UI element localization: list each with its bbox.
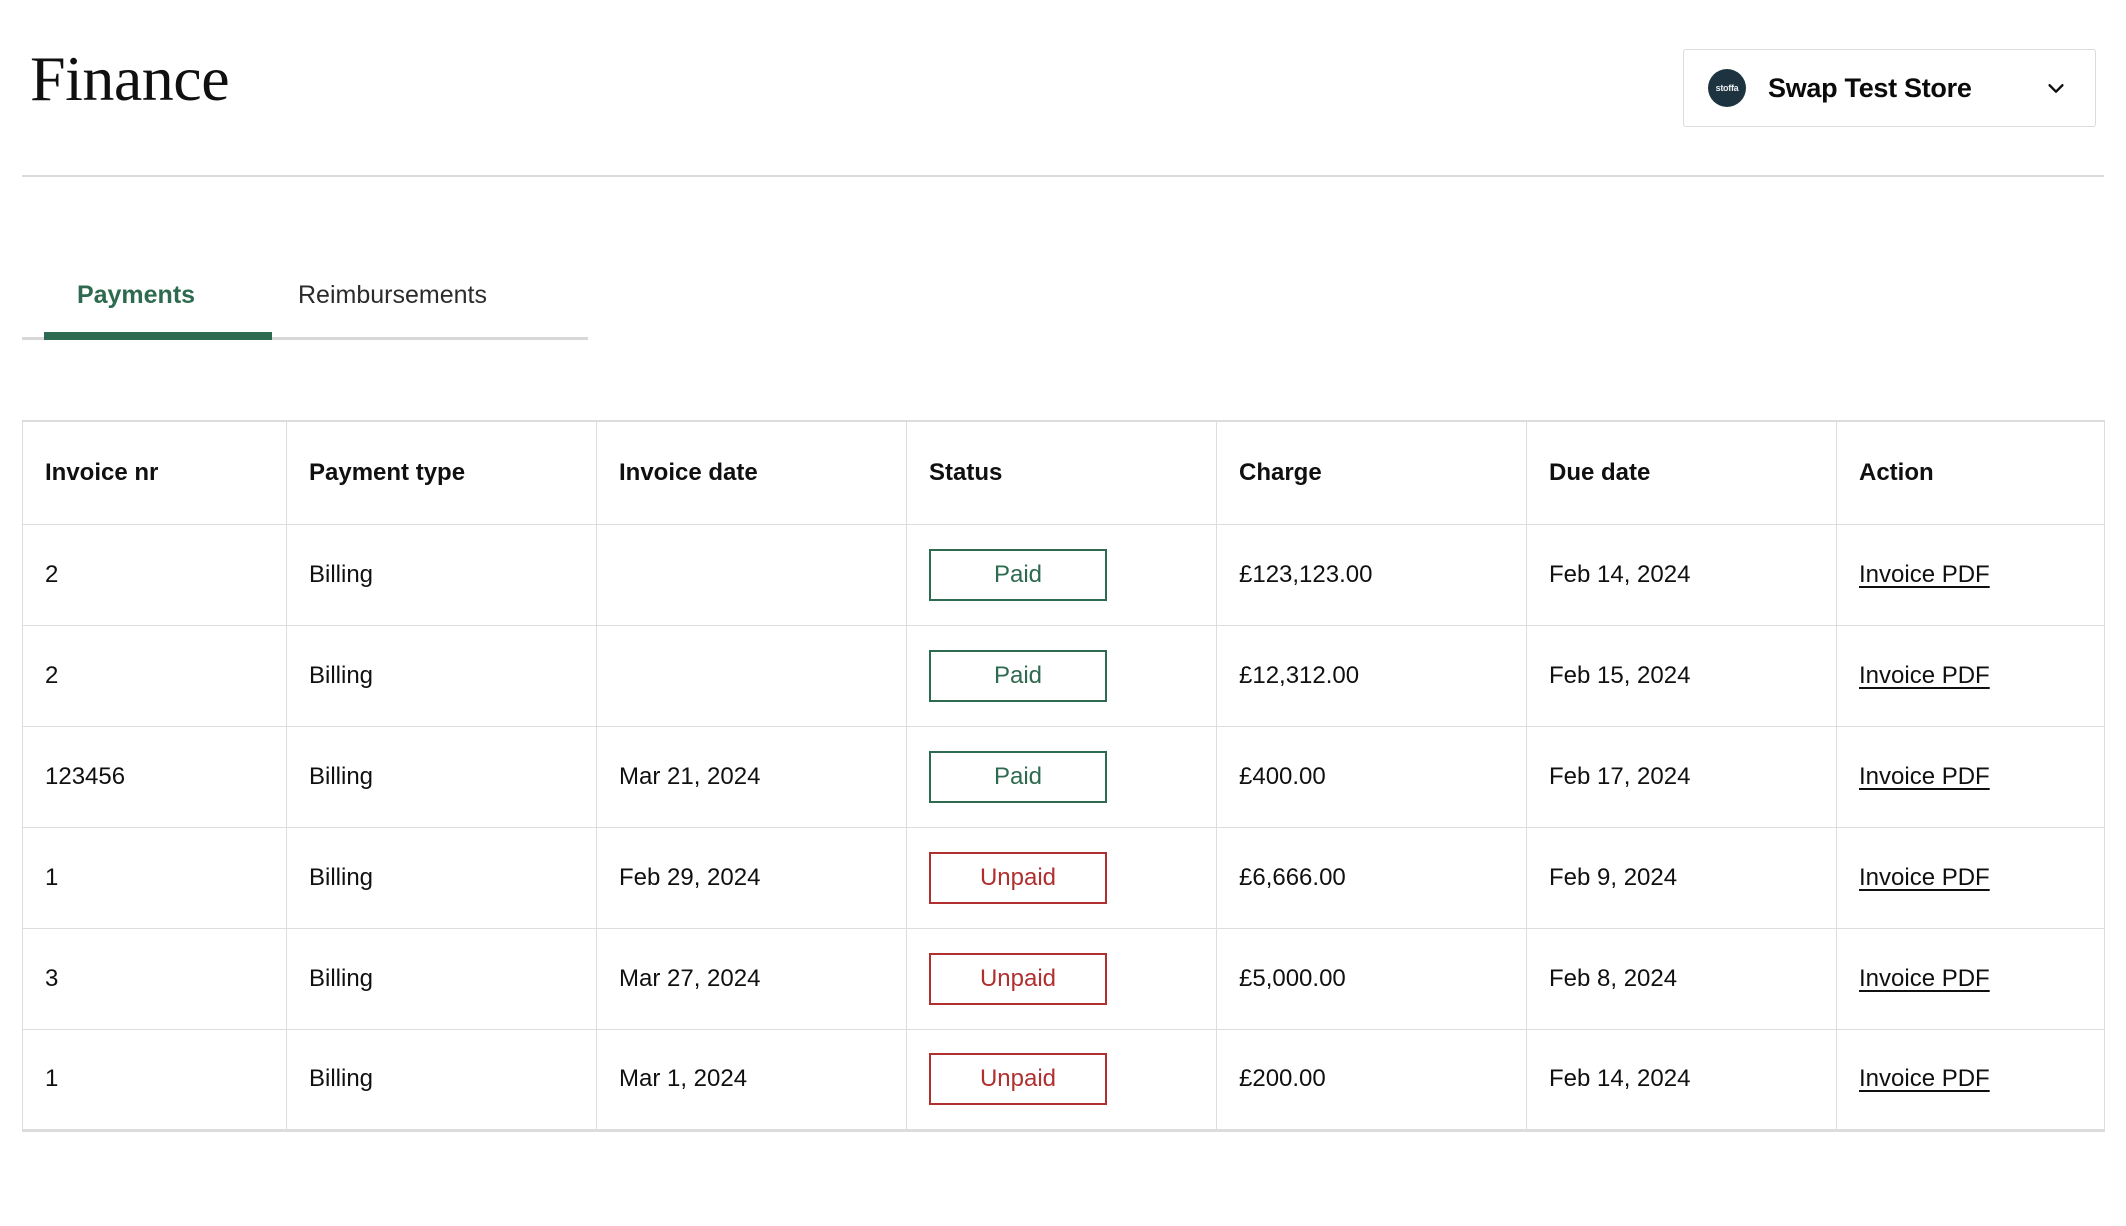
- column-header-payment-type: Payment type: [286, 420, 597, 525]
- payments-table: Invoice nr Payment type Invoice date Sta…: [22, 420, 2105, 1132]
- tabs-active-indicator: [44, 332, 272, 340]
- cell-action: Invoice PDF: [1836, 726, 2105, 828]
- payments-table-container: Invoice nr Payment type Invoice date Sta…: [22, 420, 2105, 1132]
- finance-page: Finance stoffa Swap Test Store Payments …: [0, 0, 2126, 1226]
- cell-charge: £200.00: [1216, 1029, 1527, 1132]
- cell-status: Paid: [906, 726, 1217, 828]
- page-header: Finance stoffa Swap Test Store: [0, 0, 2126, 176]
- column-header-action: Action: [1836, 420, 2105, 525]
- cell-payment-type: Billing: [286, 928, 597, 1030]
- status-badge: Unpaid: [929, 1053, 1107, 1105]
- status-badge: Paid: [929, 548, 1107, 601]
- cell-invoice-date: Feb 29, 2024: [596, 827, 907, 929]
- cell-invoice-nr: 1: [22, 1029, 287, 1132]
- cell-action: Invoice PDF: [1836, 1029, 2105, 1132]
- tabs-underline: [22, 332, 588, 341]
- cell-charge: £6,666.00: [1216, 827, 1527, 929]
- column-header-status: Status: [906, 420, 1217, 525]
- cell-action: Invoice PDF: [1836, 625, 2105, 727]
- column-header-due-date: Due date: [1526, 420, 1837, 525]
- cell-status: Unpaid: [906, 827, 1217, 929]
- cell-invoice-date: [596, 625, 907, 727]
- cell-payment-type: Billing: [286, 726, 597, 828]
- invoice-pdf-link[interactable]: Invoice PDF: [1859, 763, 1990, 790]
- invoice-pdf-link[interactable]: Invoice PDF: [1859, 662, 1990, 689]
- table-row: 123456 Billing Mar 21, 2024 Paid £400.00 Feb …: [22, 726, 2105, 828]
- cell-due-date: Feb 14, 2024: [1526, 524, 1837, 626]
- tabs-row: Payments Reimbursements: [22, 248, 588, 308]
- table-header-row: Invoice nr Payment type Invoice date Sta…: [22, 420, 2105, 525]
- invoice-pdf-link[interactable]: Invoice PDF: [1859, 561, 1990, 588]
- cell-payment-type: Billing: [286, 625, 597, 727]
- cell-invoice-nr: 3: [22, 928, 287, 1030]
- cell-invoice-date: Mar 1, 2024: [596, 1029, 907, 1132]
- chevron-down-icon: [2048, 84, 2064, 93]
- cell-action: Invoice PDF: [1836, 524, 2105, 626]
- invoice-pdf-link[interactable]: Invoice PDF: [1859, 965, 1990, 992]
- store-selector-dropdown[interactable]: stoffa Swap Test Store: [1683, 49, 2096, 127]
- cell-due-date: Feb 14, 2024: [1526, 1029, 1837, 1132]
- store-logo-text: stoffa: [1715, 82, 1739, 93]
- status-badge: Paid: [929, 649, 1107, 702]
- status-badge: Unpaid: [929, 952, 1107, 1005]
- tabs-bar: Payments Reimbursements: [22, 248, 588, 341]
- cell-due-date: Feb 17, 2024: [1526, 726, 1837, 828]
- cell-charge: £123,123.00: [1216, 524, 1527, 626]
- cell-status: Paid: [906, 625, 1217, 727]
- cell-invoice-date: [596, 524, 907, 626]
- store-name-label: Swap Test Store: [1768, 72, 1972, 103]
- table-row: 1 Billing Feb 29, 2024 Unpaid £6,666.00 Feb 9…: [22, 827, 2105, 929]
- table-body: 2 Billing Paid £123,123.00 Feb 14, 2024 Invoi…: [22, 524, 2105, 1132]
- status-badge: Paid: [929, 750, 1107, 803]
- cell-invoice-date: Mar 27, 2024: [596, 928, 907, 1030]
- cell-status: Paid: [906, 524, 1217, 626]
- table-row: 3 Billing Mar 27, 2024 Unpaid £5,000.00 Feb 8…: [22, 928, 2105, 1030]
- page-title: Finance: [30, 43, 230, 114]
- cell-invoice-nr: 1: [22, 827, 287, 929]
- invoice-pdf-link[interactable]: Invoice PDF: [1859, 1065, 1990, 1092]
- cell-due-date: Feb 8, 2024: [1526, 928, 1837, 1030]
- store-logo-icon: stoffa: [1708, 69, 1746, 107]
- column-header-charge: Charge: [1216, 420, 1527, 525]
- cell-charge: £400.00: [1216, 726, 1527, 828]
- cell-due-date: Feb 9, 2024: [1526, 827, 1837, 929]
- column-header-invoice-date: Invoice date: [596, 420, 907, 525]
- cell-charge: £12,312.00: [1216, 625, 1527, 727]
- tab-reimbursements[interactable]: Reimbursements: [298, 283, 487, 308]
- cell-payment-type: Billing: [286, 1029, 597, 1132]
- cell-action: Invoice PDF: [1836, 827, 2105, 929]
- cell-invoice-nr: 2: [22, 524, 287, 626]
- invoice-pdf-link[interactable]: Invoice PDF: [1859, 864, 1990, 891]
- tab-payments[interactable]: Payments: [22, 283, 250, 308]
- header-divider: [22, 175, 2104, 177]
- column-header-invoice-nr: Invoice nr: [22, 420, 287, 525]
- cell-invoice-date: Mar 21, 2024: [596, 726, 907, 828]
- table-row: 1 Billing Mar 1, 2024 Unpaid £200.00 Feb 14, …: [22, 1029, 2105, 1132]
- cell-status: Unpaid: [906, 1029, 1217, 1132]
- cell-payment-type: Billing: [286, 524, 597, 626]
- table-header: Invoice nr Payment type Invoice date Sta…: [22, 420, 2105, 525]
- cell-action: Invoice PDF: [1836, 928, 2105, 1030]
- cell-status: Unpaid: [906, 928, 1217, 1030]
- cell-due-date: Feb 15, 2024: [1526, 625, 1837, 727]
- cell-payment-type: Billing: [286, 827, 597, 929]
- cell-invoice-nr: 2: [22, 625, 287, 727]
- table-row: 2 Billing Paid £12,312.00 Feb 15, 2024 Invoic…: [22, 625, 2105, 727]
- status-badge: Unpaid: [929, 851, 1107, 904]
- cell-charge: £5,000.00: [1216, 928, 1527, 1030]
- cell-invoice-nr: 123456: [22, 726, 287, 828]
- table-row: 2 Billing Paid £123,123.00 Feb 14, 2024 Invoi…: [22, 524, 2105, 626]
